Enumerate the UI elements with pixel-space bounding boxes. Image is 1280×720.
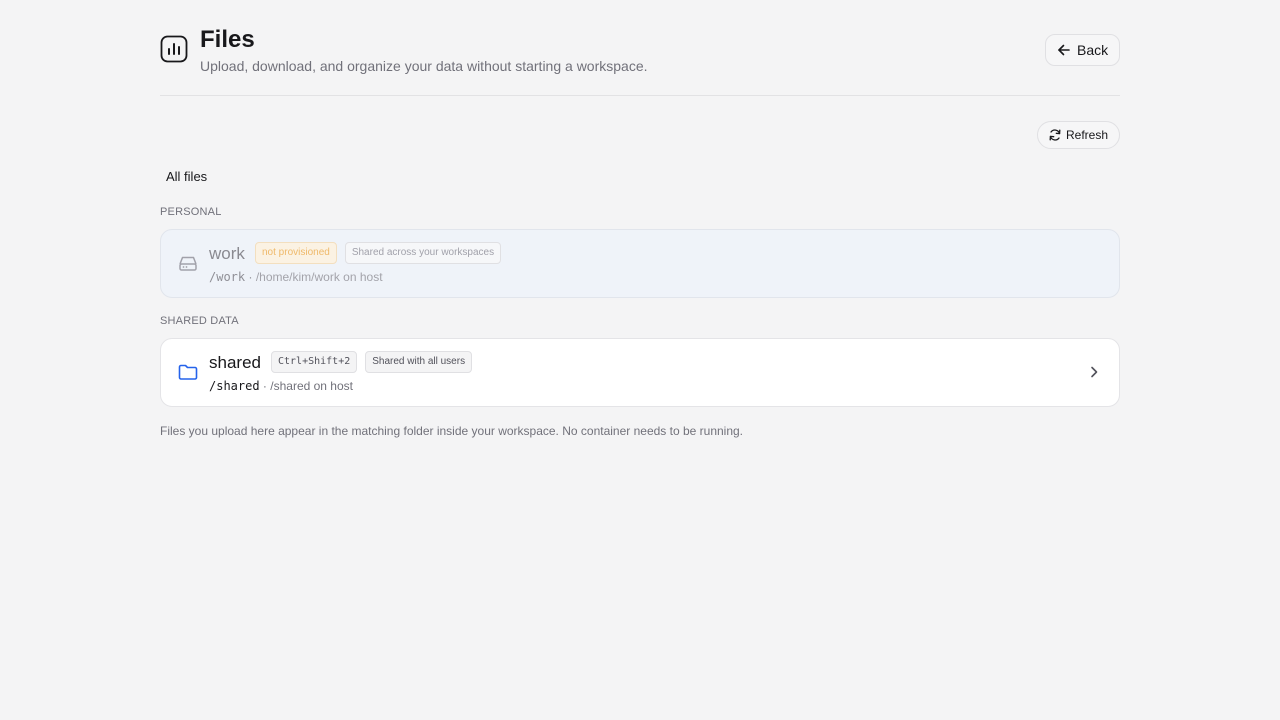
storage-card-work: work not provisioned Shared across your … [160,229,1120,298]
page-subtitle: Upload, download, and organize your data… [200,58,648,74]
status-badge: not provisioned [255,242,337,264]
refresh-button-label: Refresh [1066,128,1109,142]
storage-badges: Ctrl+Shift+2 Shared with all users [271,351,473,373]
scope-badge: Shared across your workspaces [344,242,502,264]
section-label-shared: SHARED DATA [160,315,239,327]
chevron-right-icon [1091,366,1098,378]
page-title: Files [200,26,255,53]
files-page: Files Upload, download, and organize you… [160,0,1120,438]
mount-path: /work [209,270,246,284]
folder-icon [177,361,199,383]
shortcut-badge: Ctrl+Shift+2 [271,351,358,373]
storage-name: shared [209,353,261,372]
storage-path: /work · /home/kim/work on host [209,270,383,284]
host-path: /home/kim/work on host [255,270,383,284]
storage-card-shared[interactable]: shared Ctrl+Shift+2 Shared with all user… [160,338,1120,407]
back-button-label: Back [1077,42,1109,58]
page-header: Files Upload, download, and organize you… [160,0,1120,96]
arrow-left-icon [1057,43,1071,57]
bar-chart-icon [160,35,188,63]
back-button[interactable]: Back [1045,34,1120,66]
scope-badge: Shared with all users [365,351,473,373]
section-label-personal: PERSONAL [160,206,222,218]
path-separator: · [248,270,253,284]
footnote: Files you upload here appear in the matc… [160,424,744,438]
storage-path: /shared · /shared on host [209,379,353,393]
host-path: /shared on host [270,379,353,393]
refresh-button[interactable]: Refresh [1037,121,1120,149]
refresh-icon [1048,128,1062,142]
storage-badges: not provisioned Shared across your works… [255,242,502,264]
mount-path: /shared [209,379,260,393]
path-separator: · [262,379,267,393]
hard-drive-icon [177,252,199,274]
storage-name: work [209,244,245,263]
filter-all-files[interactable]: All files [166,169,207,185]
